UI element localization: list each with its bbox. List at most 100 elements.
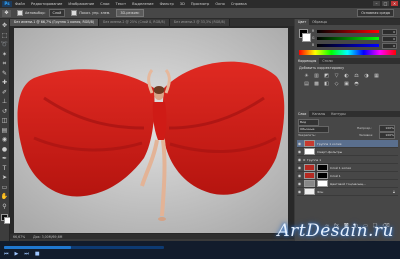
workspace-dropdown[interactable]: Основная среда xyxy=(357,9,394,17)
history-brush-tool-icon[interactable]: ↺ xyxy=(1,108,9,116)
play-icon[interactable]: ▶ xyxy=(15,251,19,257)
visibility-eye-icon[interactable]: ◉ xyxy=(297,181,302,186)
move-icon[interactable]: ✥ xyxy=(2,9,11,17)
tab-adjustments[interactable]: Коррекция xyxy=(295,58,320,64)
channel-r-value[interactable]: 0 xyxy=(382,29,397,35)
eraser-tool-icon[interactable]: ◫ xyxy=(1,117,9,125)
tab-color[interactable]: Цвет xyxy=(295,19,310,25)
hue-saturation-icon[interactable]: ⚖ xyxy=(353,73,360,79)
tab-document-2[interactable]: Без имени-2 @ 25% (Слой 0, RGB/8) xyxy=(99,19,170,26)
exposure-icon[interactable]: ▽ xyxy=(333,73,340,79)
brightness-contrast-icon[interactable]: ☀ xyxy=(303,73,310,79)
channel-g-slider[interactable] xyxy=(317,37,379,40)
channel-g-value[interactable]: 0 xyxy=(382,36,397,42)
pen-tool-icon[interactable]: ✒ xyxy=(1,155,9,163)
opacity-field[interactable]: 100% xyxy=(379,125,395,132)
close-button[interactable]: ✕ xyxy=(391,1,398,6)
levels-icon[interactable]: ▥ xyxy=(313,73,320,79)
menu-filter[interactable]: Фильтр xyxy=(160,2,174,6)
layer-row[interactable]: ◉ ▸ Группа 1 xyxy=(297,156,398,164)
channel-b-value[interactable]: 0 xyxy=(382,43,397,49)
tab-styles[interactable]: Стили xyxy=(319,58,335,64)
path-selection-tool-icon[interactable]: ➤ xyxy=(1,174,9,182)
channel-b-slider[interactable] xyxy=(317,44,379,47)
color-swatches[interactable] xyxy=(0,214,11,224)
minimize-button[interactable]: – xyxy=(373,1,380,6)
tab-layers[interactable]: Слои xyxy=(295,111,310,117)
layer-row[interactable]: ◉ Слой 1 xyxy=(297,172,398,180)
layer-row[interactable]: ◉ Слой 1 копия xyxy=(297,164,398,172)
auto-select-checkbox[interactable]: Автовыбор: xyxy=(17,10,46,16)
marquee-tool-icon[interactable]: ⬚ xyxy=(1,32,9,40)
dodge-tool-icon[interactable]: ● xyxy=(1,146,9,154)
menu-window[interactable]: Окно xyxy=(215,2,225,6)
blend-mode-dropdown[interactable]: Обычные xyxy=(298,126,329,133)
magic-wand-tool-icon[interactable]: ✶ xyxy=(1,51,9,59)
visibility-eye-icon[interactable]: ◉ xyxy=(297,173,302,178)
lasso-tool-icon[interactable]: ➰ xyxy=(1,41,9,49)
document-canvas[interactable] xyxy=(14,28,288,233)
adjustments-panel: Коррекция Стили Добавить корректировку ☀… xyxy=(295,58,400,108)
layers-panel-tabs: Слои Каналы Контуры xyxy=(295,111,400,117)
clone-stamp-tool-icon[interactable]: ⊥ xyxy=(1,98,9,106)
playback-progress[interactable] xyxy=(4,246,164,249)
fill-field[interactable]: 100% xyxy=(379,132,395,139)
gradient-tool-icon[interactable]: ▤ xyxy=(1,127,9,135)
menu-edit[interactable]: Редактирование xyxy=(31,2,62,6)
tab-swatches[interactable]: Образцы xyxy=(309,19,330,25)
channel-mixer-icon[interactable]: ▩ xyxy=(313,81,320,87)
layer-row[interactable]: ◉ Цветовой тон/насыщ... xyxy=(297,180,398,188)
visibility-eye-icon[interactable]: ◉ xyxy=(297,149,302,154)
threshold-icon[interactable]: ◓ xyxy=(353,81,360,87)
tab-document-3[interactable]: Без имени-3 @ 33,3% (RGB/8) xyxy=(169,19,231,26)
move-tool-icon[interactable]: ✥ xyxy=(1,22,9,30)
menu-view[interactable]: Просмотр xyxy=(191,2,209,6)
layer-kind-filter[interactable]: Вид xyxy=(298,119,319,126)
healing-brush-tool-icon[interactable]: ✚ xyxy=(1,79,9,87)
menu-select[interactable]: Выделение xyxy=(132,2,153,6)
blur-tool-icon[interactable]: ◉ xyxy=(1,136,9,144)
checkbox-icon xyxy=(17,10,23,16)
photo-filter-icon[interactable]: ▤ xyxy=(303,81,310,87)
visibility-eye-icon[interactable]: ◉ xyxy=(297,141,302,146)
tab-document-1[interactable]: Без имени-1 @ 66,7% (Группа 1 копия, RGB… xyxy=(10,19,100,26)
hand-tool-icon[interactable]: ✋ xyxy=(1,193,9,201)
menu-file[interactable]: Файл xyxy=(15,2,25,6)
menu-image[interactable]: Изображение xyxy=(68,2,94,6)
black-white-icon[interactable]: ▦ xyxy=(373,73,380,79)
curves-icon[interactable]: ◩ xyxy=(323,73,330,79)
maximize-button[interactable]: □ xyxy=(382,1,389,6)
vibrance-icon[interactable]: ◐ xyxy=(343,73,350,79)
tab-paths[interactable]: Контуры xyxy=(328,111,349,117)
menu-help[interactable]: Справка xyxy=(231,2,247,6)
stop-icon[interactable]: ■ xyxy=(35,251,40,257)
shape-tool-icon[interactable]: ▭ xyxy=(1,184,9,192)
menu-3d[interactable]: 3D xyxy=(180,2,185,6)
color-balance-icon[interactable]: ◑ xyxy=(363,73,370,79)
auto-select-dropdown[interactable]: Слой xyxy=(48,9,66,17)
layer-name: Слой 1 копия xyxy=(330,165,351,170)
color-spectrum-bar[interactable] xyxy=(299,50,396,55)
background-color-preview[interactable] xyxy=(302,33,311,42)
eyedropper-tool-icon[interactable]: ✎ xyxy=(1,70,9,78)
visibility-eye-icon[interactable]: ◉ xyxy=(297,189,302,194)
posterize-icon[interactable]: ▣ xyxy=(343,81,350,87)
visibility-eye-icon[interactable]: ◉ xyxy=(297,165,302,170)
channel-r-slider[interactable] xyxy=(317,30,379,33)
menu-type[interactable]: Текст xyxy=(116,2,127,6)
zoom-tool-icon[interactable]: ⚲ xyxy=(1,203,9,211)
previous-icon[interactable]: ⏮ xyxy=(4,251,9,257)
invert-icon[interactable]: ◇ xyxy=(333,81,340,87)
tab-channels[interactable]: Каналы xyxy=(309,111,328,117)
layer-row[interactable]: ◉ Смарт-фильтры xyxy=(297,148,398,156)
brush-tool-icon[interactable]: ✐ xyxy=(1,89,9,97)
menu-layers[interactable]: Слои xyxy=(100,2,109,6)
next-icon[interactable]: ⏭ xyxy=(24,251,29,257)
color-lookup-icon[interactable]: ◧ xyxy=(323,81,330,87)
layer-row[interactable]: ◉ Группа 1 копия xyxy=(297,140,398,148)
crop-tool-icon[interactable]: ⌗ xyxy=(1,60,9,68)
type-tool-icon[interactable]: T xyxy=(1,165,9,173)
zoom-readout[interactable]: 66,67% xyxy=(13,235,25,239)
layer-row[interactable]: ◉ Фон 🔒︎ xyxy=(297,188,398,196)
transform-controls-checkbox[interactable]: Показ. упр. элем. xyxy=(71,10,110,16)
